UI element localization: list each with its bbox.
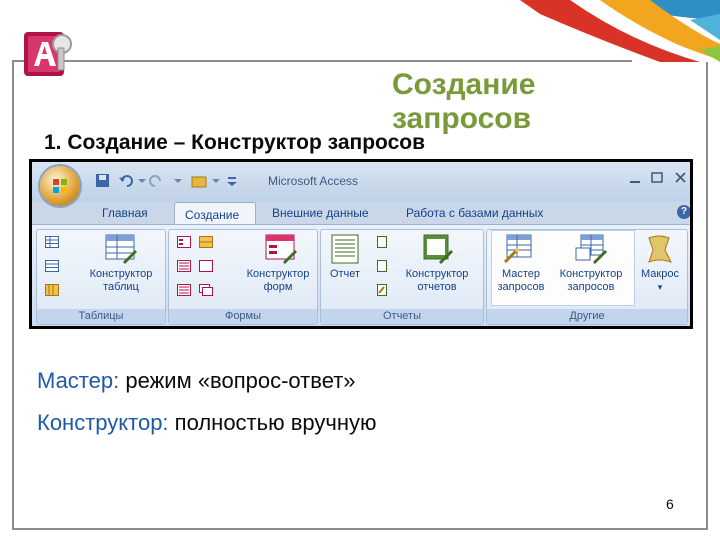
group-tables-label: Таблицы (37, 309, 165, 324)
macro-icon[interactable] (643, 234, 675, 264)
group-other-label: Другие (487, 309, 687, 324)
access-logo-icon (24, 32, 72, 76)
blank-form-icon[interactable] (199, 260, 213, 272)
slide-title: Создание запросов (392, 68, 536, 135)
page-number: 6 (666, 496, 674, 512)
ribbon-tabs: Главная Создание Внешние данные Работа с… (32, 202, 690, 227)
designer-text: полностью вручную (168, 410, 377, 435)
blank-report-icon[interactable] (375, 260, 389, 272)
group-reports-label: Отчеты (321, 309, 483, 324)
office-logo-icon (53, 179, 67, 193)
table-designer-label: Конструктор таблиц (89, 268, 153, 293)
split-form-icon[interactable] (199, 236, 213, 248)
designer-key: Конструктор: (37, 410, 169, 435)
help-icon[interactable]: ? (677, 205, 690, 219)
tab-database-tools[interactable]: Работа с базами данных (406, 206, 543, 220)
wizard-text: режим «вопрос-ответ» (119, 368, 356, 393)
window-controls (630, 172, 686, 183)
macro-label: Макрос (641, 268, 679, 280)
slide-heading: 1. Создание – Конструктор запросов (44, 131, 425, 154)
multiple-items-icon[interactable] (177, 260, 191, 272)
quick-access-toolbar (96, 174, 237, 188)
query-designer-label: Конструктор запросов (559, 268, 623, 293)
body-line-designer: Конструктор: полностью вручную (37, 410, 377, 436)
table-icon[interactable] (45, 236, 59, 248)
group-forms-label: Формы (169, 309, 317, 324)
tab-home[interactable]: Главная (102, 206, 148, 220)
macro-dropdown-icon[interactable]: ▾ (653, 281, 667, 294)
body-line-wizard: Мастер: режим «вопрос-ответ» (37, 368, 356, 394)
form-designer-label: Конструктор форм (246, 268, 310, 293)
report-wizard-icon[interactable] (375, 284, 389, 296)
group-tables: Конструктор таблиц Таблицы (36, 229, 166, 325)
group-reports: Отчет Конструктор отчетов Отчеты (320, 229, 484, 325)
labels-icon[interactable] (375, 236, 389, 248)
ribbon-body: Конструктор таблиц Таблицы Конструктор ф… (32, 224, 690, 326)
ribbon-screenshot: Microsoft Access Главная Создание Внешни… (29, 159, 693, 329)
tab-create-label: Создание (185, 208, 240, 222)
ribbon-titlebar: Microsoft Access (32, 162, 690, 206)
query-wizard-label: Мастер запросов (497, 268, 545, 293)
report-designer-icon[interactable] (421, 234, 453, 264)
form-icon[interactable] (177, 236, 191, 248)
table-templates-icon[interactable] (45, 260, 59, 272)
frame-right (706, 62, 708, 530)
group-other: Мастер запросов Конструктор запросов Мак… (486, 229, 688, 325)
more-forms-icon[interactable] (199, 284, 213, 296)
query-wizard-icon[interactable] (503, 234, 535, 264)
query-designer-icon[interactable] (575, 234, 607, 264)
frame-left (12, 62, 14, 530)
sharepoint-lists-icon[interactable] (45, 284, 59, 296)
group-forms: Конструктор форм Формы (168, 229, 318, 325)
wizard-key: Мастер: (37, 368, 120, 393)
report-icon[interactable] (329, 234, 361, 264)
office-button[interactable] (40, 166, 80, 206)
form-designer-icon[interactable] (265, 234, 297, 264)
frame-top (12, 60, 632, 62)
report-designer-label: Конструктор отчетов (405, 268, 469, 293)
pivot-chart-icon[interactable] (177, 284, 191, 296)
frame-bottom (12, 528, 708, 530)
tab-external-data[interactable]: Внешние данные (272, 206, 369, 220)
report-label: Отчет (329, 268, 361, 280)
app-title: Microsoft Access (268, 174, 359, 188)
table-designer-icon[interactable] (105, 234, 137, 264)
